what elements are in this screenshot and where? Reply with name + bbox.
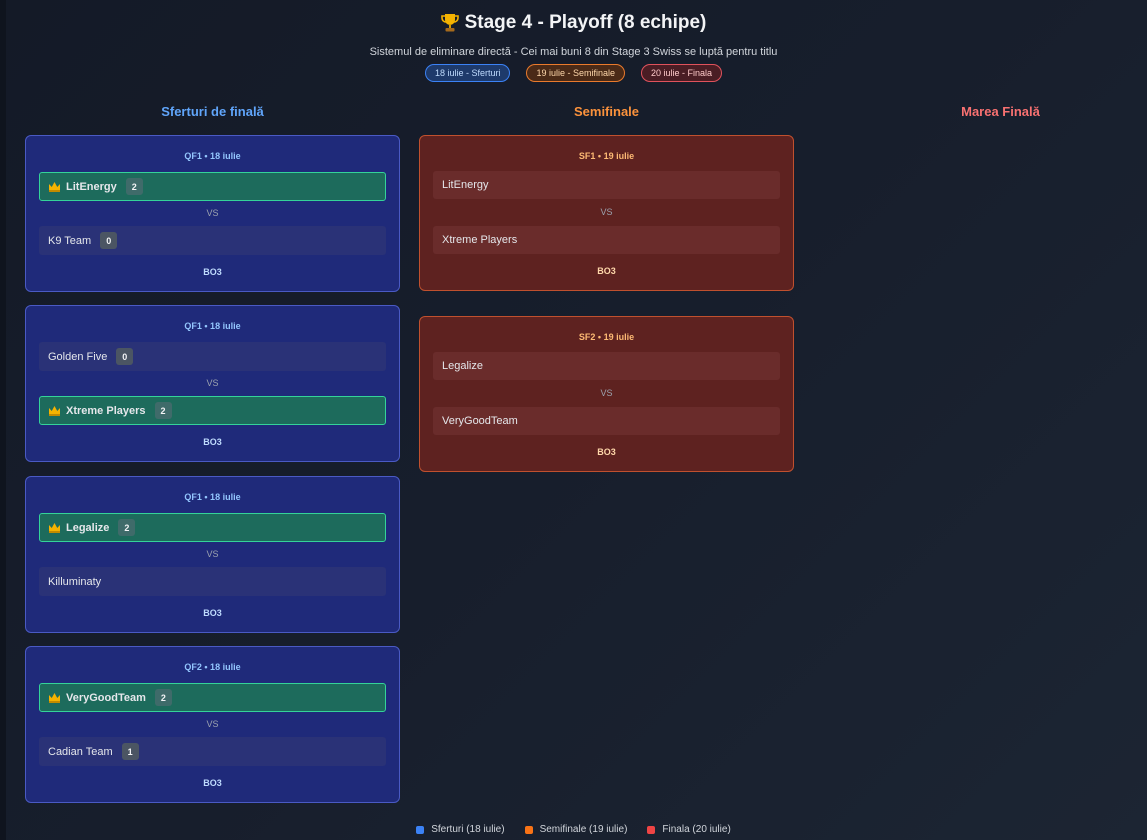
crown-icon	[49, 405, 60, 416]
trophy-icon	[440, 14, 459, 32]
match-format: BO3	[203, 267, 222, 277]
badge-final: 20 iulie - Finala	[641, 64, 723, 82]
match-format: BO3	[597, 266, 616, 276]
crown-icon	[49, 692, 60, 703]
match-label: QF1 • 18 iulie	[184, 321, 241, 331]
column-title-final: Marea Finală	[961, 104, 1040, 119]
team-row-winner[interactable]: VeryGoodTeam 2	[39, 683, 386, 712]
legend-label: Semifinale (19 iulie)	[539, 824, 628, 835]
team-row[interactable]: Xtreme Players	[433, 226, 780, 254]
team-row-winner[interactable]: Legalize 2	[39, 513, 386, 542]
team-row[interactable]: Golden Five 0	[39, 342, 386, 371]
vs-label: VS	[206, 378, 219, 388]
match-label: QF2 • 18 iulie	[184, 662, 241, 672]
team-score: 2	[154, 689, 172, 706]
legend-item-final: Finala (20 iulie)	[647, 824, 731, 835]
legend-label: Sferturi (18 iulie)	[431, 824, 505, 835]
team-score: 2	[154, 402, 172, 419]
team-row[interactable]: LitEnergy	[433, 171, 780, 199]
date-badges: 18 iulie - Sferturi 19 iulie - Semifinal…	[0, 64, 1147, 82]
page-title-text: Stage 4 - Playoff (8 echipe)	[464, 12, 707, 33]
team-name: LitEnergy	[442, 179, 489, 191]
team-row[interactable]: Legalize	[433, 352, 780, 380]
match-card-sf1[interactable]: SF1 • 19 iulie LitEnergy VS Xtreme Playe…	[419, 135, 794, 291]
team-row[interactable]: K9 Team 0	[39, 226, 386, 255]
match-label: QF1 • 18 iulie	[184, 492, 241, 502]
team-row-winner[interactable]: LitEnergy 2	[39, 172, 386, 201]
team-name: Legalize	[442, 360, 483, 372]
page-header: Stage 4 - Playoff (8 echipe) Sistemul de…	[0, 12, 1147, 82]
match-card-qf2[interactable]: QF1 • 18 iulie Golden Five 0 VS Xtreme P…	[25, 305, 400, 462]
vs-label: VS	[206, 549, 219, 559]
legend-swatch	[524, 825, 533, 834]
left-edge	[0, 0, 6, 840]
team-row[interactable]: VeryGoodTeam	[433, 407, 780, 435]
match-card-qf1[interactable]: QF1 • 18 iulie LitEnergy 2 VS K9 Team 0 …	[25, 135, 400, 292]
vs-label: VS	[600, 207, 613, 217]
legend-swatch	[416, 825, 425, 834]
team-name: K9 Team	[48, 234, 92, 247]
team-row[interactable]: Killuminaty	[39, 567, 386, 596]
team-name: Killuminaty	[48, 575, 102, 588]
page-title: Stage 4 - Playoff (8 echipe)	[440, 12, 707, 34]
match-format: BO3	[203, 437, 222, 447]
team-name: VeryGoodTeam	[442, 415, 518, 427]
crown-icon	[49, 522, 60, 533]
badge-semifinals: 19 iulie - Semifinale	[526, 64, 626, 82]
match-card-qf3[interactable]: QF1 • 18 iulie Legalize 2 VS Killuminaty…	[25, 476, 400, 633]
team-score: 0	[100, 232, 118, 249]
match-format: BO3	[597, 447, 616, 457]
badge-quarterfinals: 18 iulie - Sferturi	[424, 64, 511, 82]
column-title-quarterfinals: Sferturi de finală	[161, 104, 264, 119]
legend-label: Finala (20 iulie)	[662, 824, 731, 835]
match-label: SF1 • 19 iulie	[578, 151, 635, 161]
match-label: SF2 • 19 iulie	[578, 332, 635, 342]
team-score: 2	[118, 519, 136, 536]
team-score: 2	[125, 178, 143, 195]
legend-item-quarterfinals: Sferturi (18 iulie)	[416, 824, 505, 835]
vs-label: VS	[206, 719, 219, 729]
column-title-semifinals: Semifinale	[573, 104, 640, 119]
match-format: BO3	[203, 608, 222, 618]
legend-item-semifinals: Semifinale (19 iulie)	[524, 824, 628, 835]
team-score: 1	[121, 743, 139, 760]
team-name: VeryGoodTeam	[66, 691, 146, 704]
vs-label: VS	[206, 208, 219, 218]
team-name: Legalize	[66, 521, 110, 534]
team-name: Golden Five	[48, 350, 108, 363]
match-format: BO3	[203, 778, 222, 788]
crown-icon	[49, 181, 60, 192]
team-name: Cadian Team	[48, 745, 113, 758]
team-name: Xtreme Players	[66, 404, 146, 417]
match-card-sf2[interactable]: SF2 • 19 iulie Legalize VS VeryGoodTeam …	[419, 316, 794, 472]
match-label: QF1 • 18 iulie	[184, 151, 241, 161]
team-row[interactable]: Cadian Team 1	[39, 737, 386, 766]
vs-label: VS	[600, 388, 613, 398]
team-name: LitEnergy	[66, 180, 117, 193]
legend: Sferturi (18 iulie) Semifinale (19 iulie…	[0, 824, 1147, 835]
match-card-qf4[interactable]: QF2 • 18 iulie VeryGoodTeam 2 VS Cadian …	[25, 646, 400, 803]
legend-swatch	[647, 825, 656, 834]
page-subtitle: Sistemul de eliminare directă - Cei mai …	[369, 46, 778, 58]
team-row-winner[interactable]: Xtreme Players 2	[39, 396, 386, 425]
team-name: Xtreme Players	[442, 234, 518, 246]
team-score: 0	[116, 348, 134, 365]
